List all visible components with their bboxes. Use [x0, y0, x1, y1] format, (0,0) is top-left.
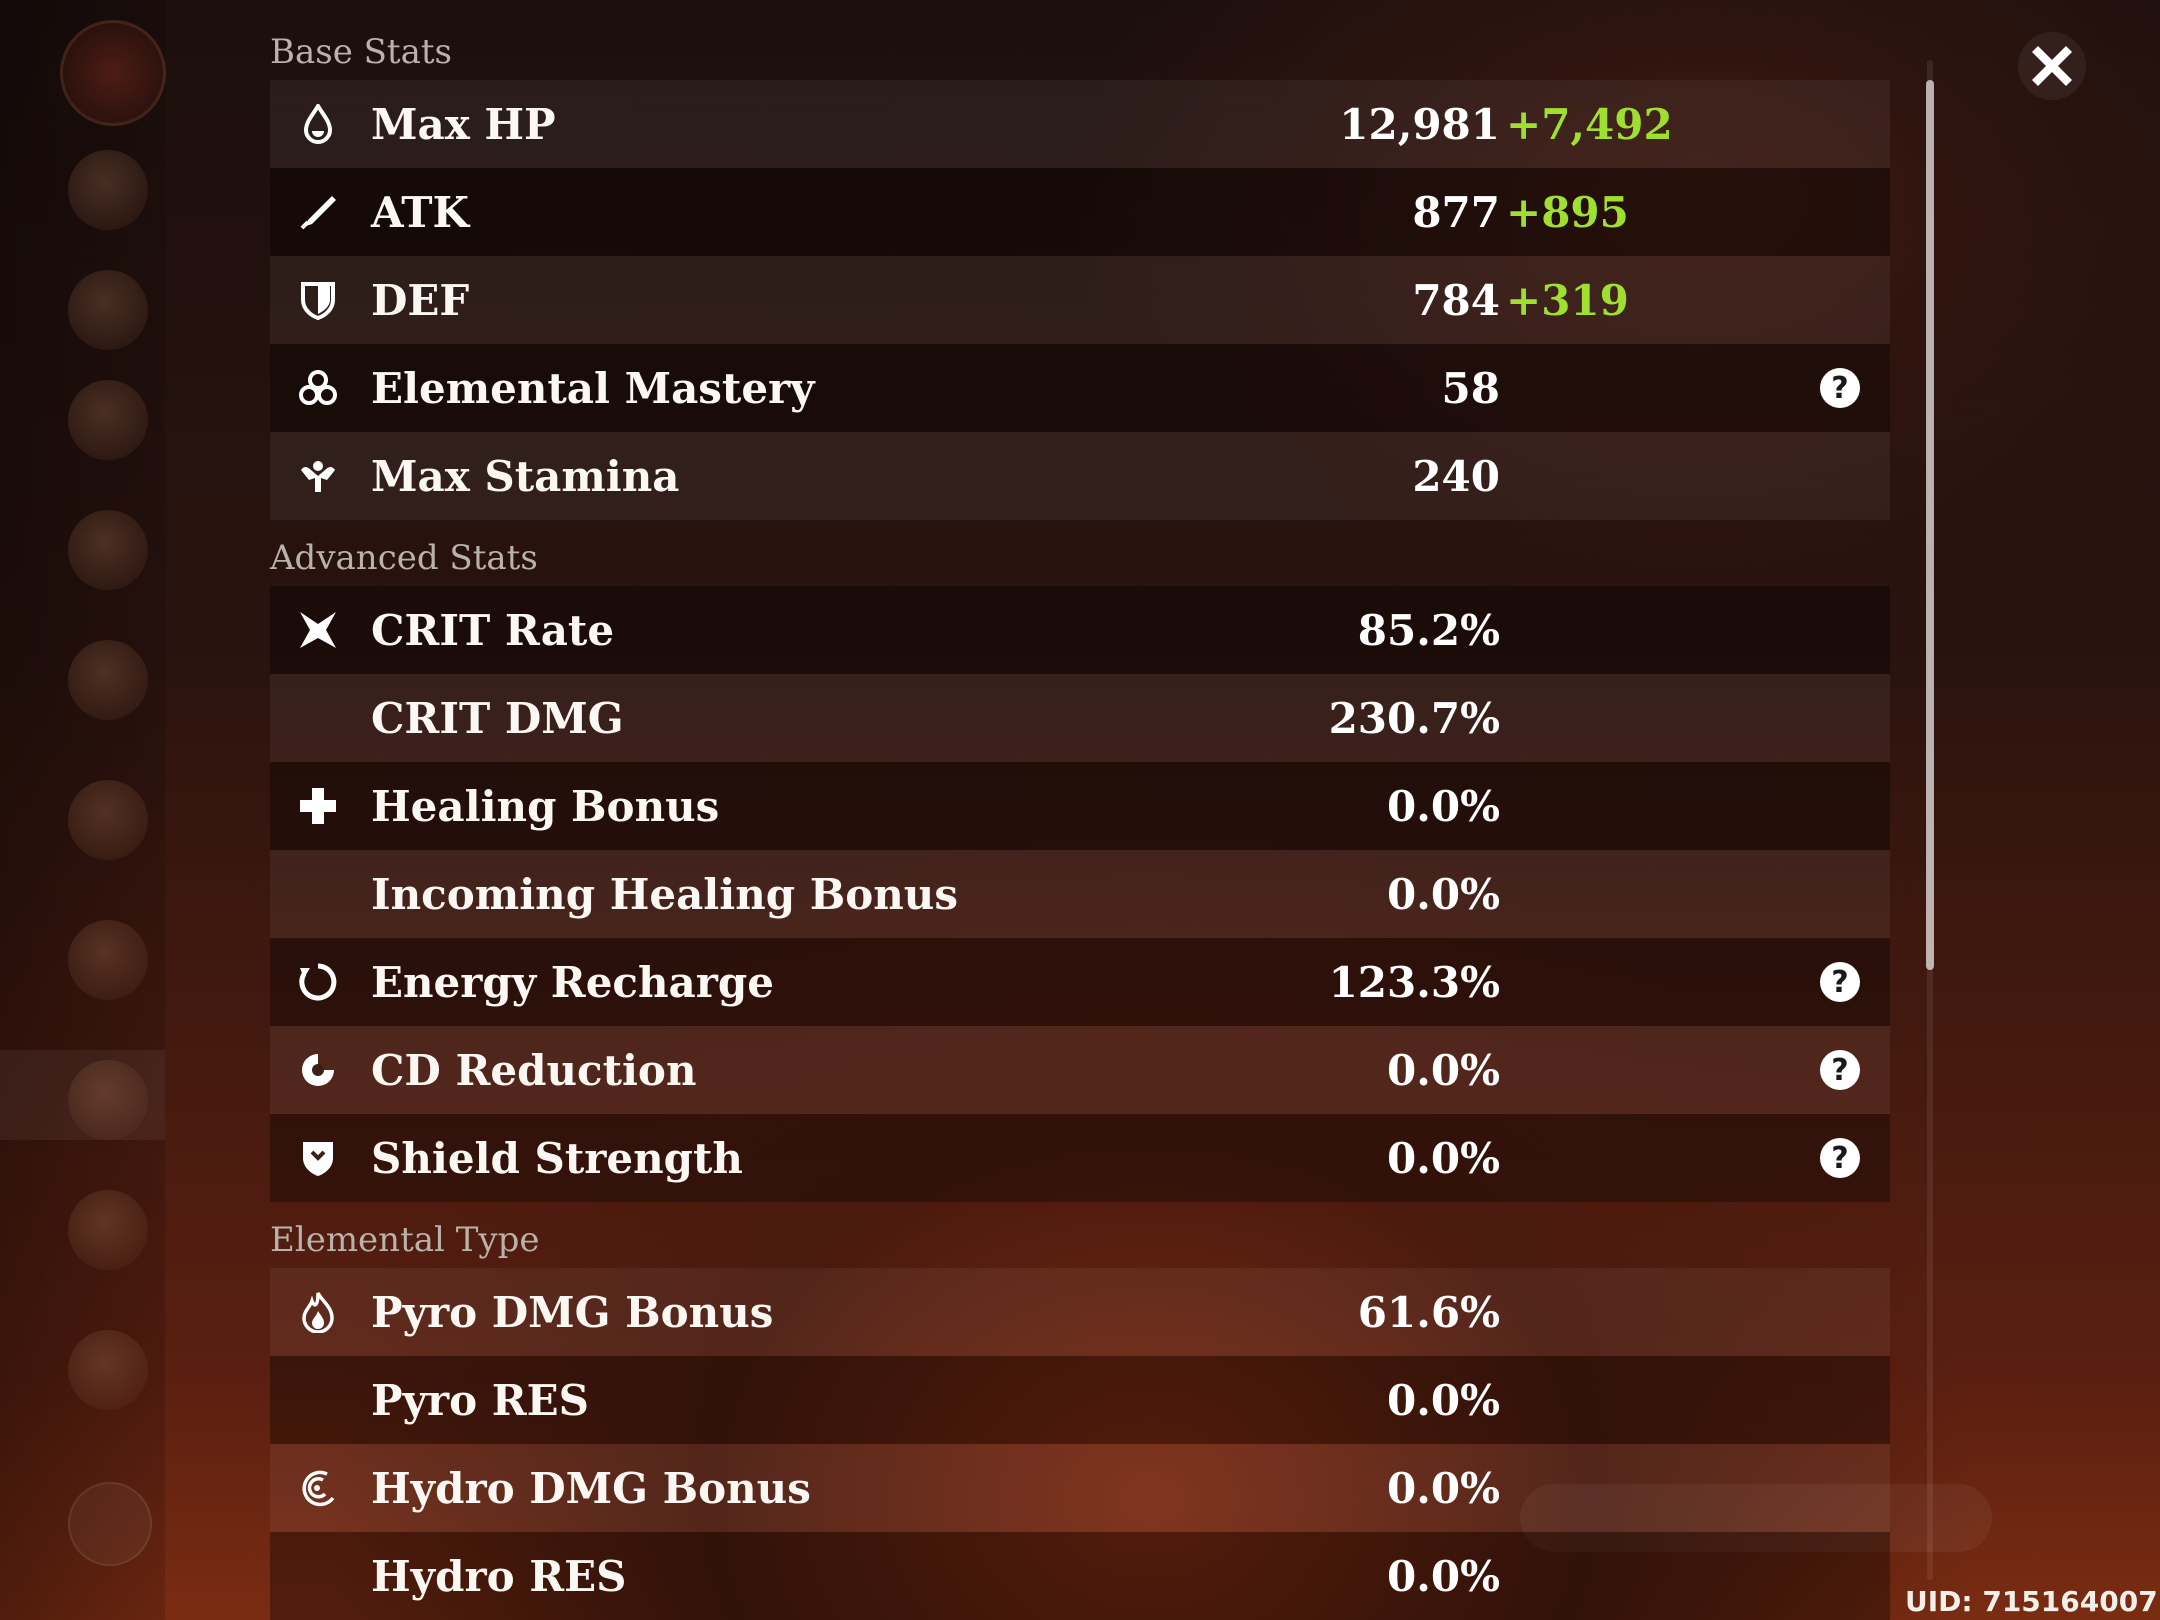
stat-value: 877: [1412, 187, 1500, 237]
stat-value: 0.0%: [1387, 1463, 1500, 1513]
shield-strength-icon: [296, 1136, 340, 1180]
stat-label: Elemental Mastery: [371, 363, 815, 413]
stat-row-hydro-res: Hydro RES 0.0%: [270, 1532, 1890, 1620]
stat-label: ATK: [371, 187, 470, 237]
stat-value: 0.0%: [1387, 781, 1500, 831]
stat-row-pyro-res: Pyro RES 0.0%: [270, 1356, 1890, 1444]
sword-icon: [296, 190, 340, 234]
stat-label: Pyro RES: [371, 1375, 589, 1425]
section-title-elemental-type: Elemental Type: [270, 1220, 540, 1260]
stat-row-def: DEF 784 +319: [270, 256, 1890, 344]
help-icon[interactable]: ?: [1820, 368, 1860, 408]
stat-row-shield-strength: Shield Strength 0.0% ?: [270, 1114, 1890, 1202]
pyro-emblem-icon: [60, 20, 166, 126]
stat-bonus: +319: [1506, 275, 1629, 325]
help-icon[interactable]: ?: [1820, 1050, 1860, 1090]
uid-label: UID: 715164007: [1905, 1585, 2158, 1618]
stat-value: 12,981: [1339, 99, 1500, 149]
avatar: [68, 920, 148, 1000]
avatar: [68, 1190, 148, 1270]
avatar: [68, 1060, 148, 1140]
stat-row-elemental-mastery: Elemental Mastery 58 ?: [270, 344, 1890, 432]
stat-value: 0.0%: [1387, 869, 1500, 919]
stat-row-healing-bonus: Healing Bonus 0.0%: [270, 762, 1890, 850]
stat-bonus: +7,492: [1506, 99, 1673, 149]
avatar: [68, 150, 148, 230]
stat-value: 0.0%: [1387, 1551, 1500, 1601]
shield-icon: [296, 278, 340, 322]
close-icon: [2032, 46, 2072, 86]
stat-row-hydro-dmg-bonus: Hydro DMG Bonus 0.0%: [270, 1444, 1890, 1532]
stamina-icon: [296, 454, 340, 498]
stat-row-atk: ATK 877 +895: [270, 168, 1890, 256]
stat-row-energy-recharge: Energy Recharge 123.3% ?: [270, 938, 1890, 1026]
stat-label: CD Reduction: [371, 1045, 697, 1095]
stat-label: CRIT Rate: [371, 605, 615, 655]
stat-label: Max Stamina: [371, 451, 680, 501]
stat-label: Incoming Healing Bonus: [371, 869, 958, 919]
stat-value: 230.7%: [1328, 693, 1500, 743]
crit-icon: [296, 608, 340, 652]
stat-row-pyro-dmg-bonus: Pyro DMG Bonus 61.6%: [270, 1268, 1890, 1356]
stat-value: 123.3%: [1328, 957, 1500, 1007]
stat-value: 61.6%: [1357, 1287, 1500, 1337]
stat-row-incoming-healing-bonus: Incoming Healing Bonus 0.0%: [270, 850, 1890, 938]
cd-reduction-icon: [296, 1048, 340, 1092]
grid-icon: [68, 1482, 152, 1566]
stat-label: CRIT DMG: [371, 693, 624, 743]
healing-cross-icon: [296, 784, 340, 828]
hp-drop-icon: [296, 102, 340, 146]
stat-value: 784: [1412, 275, 1500, 325]
stat-label: Healing Bonus: [371, 781, 720, 831]
section-title-base-stats: Base Stats: [270, 32, 452, 72]
avatar: [68, 1330, 148, 1410]
stat-value: 85.2%: [1357, 605, 1500, 655]
avatar: [68, 380, 148, 460]
stat-value: 58: [1441, 363, 1500, 413]
stat-label: Energy Recharge: [371, 957, 774, 1007]
stat-label: Hydro RES: [371, 1551, 627, 1601]
stat-label: Max HP: [371, 99, 556, 149]
mastery-icon: [296, 366, 340, 410]
stat-label: DEF: [371, 275, 470, 325]
stat-row-max-hp: Max HP 12,981 +7,492: [270, 80, 1890, 168]
avatar: [68, 640, 148, 720]
avatar: [68, 510, 148, 590]
stat-row-cd-reduction: CD Reduction 0.0% ?: [270, 1026, 1890, 1114]
stat-row-crit-rate: CRIT Rate 85.2%: [270, 586, 1890, 674]
stat-label: Hydro DMG Bonus: [371, 1463, 811, 1513]
help-icon[interactable]: ?: [1820, 1138, 1860, 1178]
hydro-icon: [296, 1466, 340, 1510]
avatar: [68, 270, 148, 350]
scrollbar-thumb[interactable]: [1926, 80, 1934, 970]
stat-row-max-stamina: Max Stamina 240: [270, 432, 1890, 520]
pyro-icon: [296, 1290, 340, 1334]
stat-value: 0.0%: [1387, 1045, 1500, 1095]
section-title-advanced-stats: Advanced Stats: [270, 538, 538, 578]
energy-recharge-icon: [296, 960, 340, 1004]
stat-value: 0.0%: [1387, 1375, 1500, 1425]
close-button[interactable]: [2018, 32, 2086, 100]
stat-label: Pyro DMG Bonus: [371, 1287, 774, 1337]
help-icon[interactable]: ?: [1820, 962, 1860, 1002]
stat-row-crit-dmg: CRIT DMG 230.7%: [270, 674, 1890, 762]
stat-value: 240: [1412, 451, 1500, 501]
stat-label: Shield Strength: [371, 1133, 743, 1183]
stat-value: 0.0%: [1387, 1133, 1500, 1183]
avatar: [68, 780, 148, 860]
stat-bonus: +895: [1506, 187, 1629, 237]
